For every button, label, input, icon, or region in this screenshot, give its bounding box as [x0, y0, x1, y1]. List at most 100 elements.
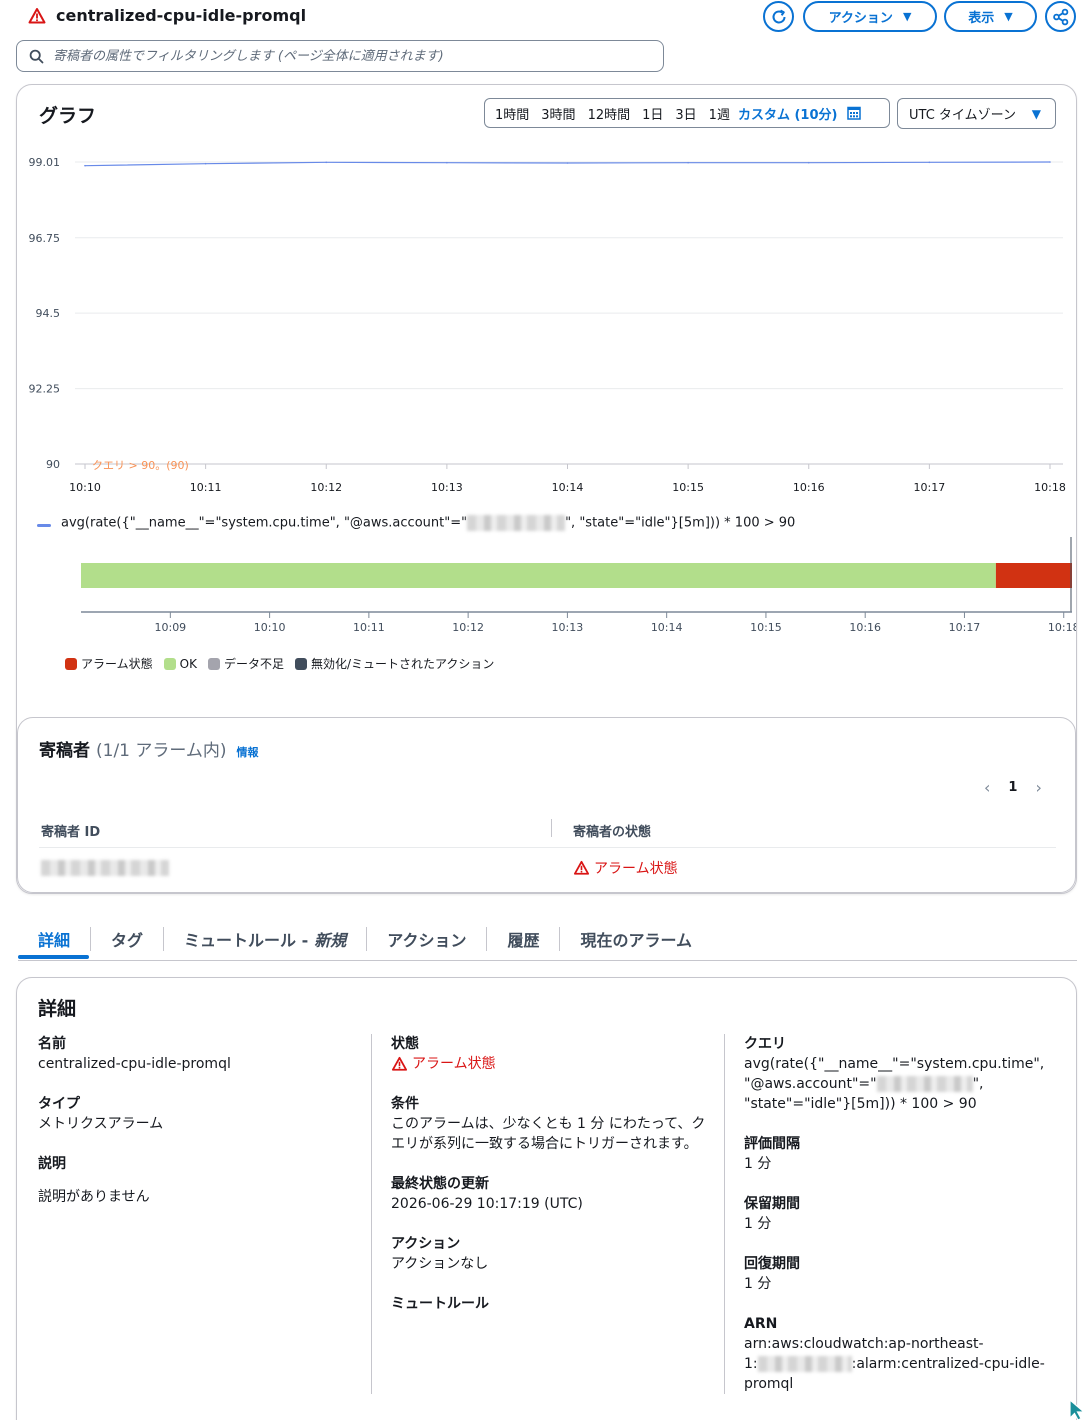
tab-current-alarms[interactable]: 現在のアラーム — [559, 927, 712, 951]
timeline-tick-label: 10:10 — [254, 621, 286, 634]
contributors-title: 寄稿者 (1/1 アラーム内) 情報 — [39, 736, 259, 761]
field-type: タイプ メトリクスアラーム — [38, 1094, 163, 1134]
legend-ok: OK — [163, 657, 197, 671]
contributors-panel: 寄稿者 (1/1 アラーム内) 情報 ‹ 1 › 寄稿者 ID 寄稿者の状態 ア… — [17, 717, 1076, 893]
alarm-title: centralized-cpu-idle-promql — [28, 6, 306, 25]
field-state: 状態 アラーム状態 — [391, 1034, 496, 1074]
field-actions: アクション アクションなし — [391, 1234, 488, 1274]
x-tick-label: 10:13 — [431, 481, 463, 494]
tab-label: ミュートルール - — [184, 931, 309, 950]
field-label: 条件 — [391, 1096, 419, 1112]
actions-label: アクション — [828, 11, 893, 26]
timeline-tick-label: 10:12 — [452, 621, 484, 634]
tab-details[interactable]: 詳細 — [18, 927, 90, 951]
legend-label: 無効化/ミュートされたアクション — [310, 657, 495, 671]
state-label: アラーム状態 — [412, 1056, 496, 1072]
graph-panel: グラフ 1時間 3時間 12時間 1日 3日 1週 カスタム (10分) UTC… — [16, 84, 1077, 894]
field-value: アクションなし — [391, 1256, 489, 1272]
field-query: クエリ avg(rate({"__name__"="system.cpu.tim… — [744, 1034, 1054, 1114]
view-label: 表示 — [968, 11, 995, 26]
y-tick-label: 99.01 — [29, 156, 61, 169]
tab-mute-rules[interactable]: ミュートルール - 新規 — [163, 927, 366, 951]
field-label: 状態 — [391, 1036, 419, 1052]
legend-swatch-ok — [163, 657, 176, 670]
timeline-tick-label: 10:14 — [651, 621, 683, 634]
page-number[interactable]: 1 — [1008, 780, 1017, 795]
field-value: エリが系列に一致する場合にトリガーされます。 — [391, 1136, 698, 1152]
contributor-state-label: アラーム状態 — [594, 861, 678, 877]
field-condition: 条件 このアラームは、少なくとも 1 分 にわたって、ク エリが系列に一致する場… — [391, 1094, 711, 1154]
warning-icon — [573, 860, 590, 875]
new-badge: 新規 — [314, 931, 347, 950]
series-point — [204, 162, 207, 165]
y-tick-label: 96.75 — [29, 232, 61, 245]
search-icon — [29, 49, 44, 63]
series-point — [566, 162, 569, 164]
x-tick-label: 10:10 — [69, 481, 101, 494]
column-header-state[interactable]: 寄稿者の状態 — [573, 821, 651, 840]
field-evaluation-interval: 評価間隔 1 分 — [744, 1134, 800, 1174]
tab-actions[interactable]: アクション — [366, 927, 486, 951]
view-dropdown-button[interactable]: 表示 ▼ — [944, 1, 1037, 32]
column-divider — [724, 1034, 725, 1394]
tab-tags[interactable]: タグ — [90, 927, 163, 951]
pagination: ‹ 1 › — [984, 778, 1042, 797]
series-legend[interactable]: avg(rate({"__name__"="system.cpu.time", … — [37, 515, 795, 531]
details-panel: 詳細 名前 centralized-cpu-idle-promql タイプ メト… — [16, 977, 1077, 1420]
legend-muted: 無効化/ミュートされたアクション — [294, 655, 495, 672]
tab-label: アクション — [387, 931, 467, 950]
warning-icon — [28, 7, 46, 23]
series-point — [325, 161, 328, 164]
y-tick-label: 90 — [46, 458, 60, 471]
detail-tabs: 詳細 タグ ミュートルール - 新規 アクション 履歴 現在のアラーム — [18, 918, 1077, 961]
series-legend-text: avg(rate({"__name__"="system.cpu.time", … — [61, 515, 795, 531]
field-label: 名前 — [38, 1036, 66, 1052]
actions-dropdown-button[interactable]: アクション ▼ — [803, 1, 937, 32]
field-last-update: 最終状態の更新 2026-06-29 10:17:19 (UTC) — [391, 1174, 583, 1214]
field-value: 1::alarm:centralized-cpu-idle- — [744, 1354, 1054, 1374]
field-value: このアラームは、少なくとも 1 分 にわたって、ク — [391, 1116, 706, 1132]
timeline-tick-label: 10:17 — [949, 621, 981, 634]
caret-down-icon: ▼ — [902, 10, 912, 23]
legend-label: データ不足 — [223, 657, 284, 671]
share-icon — [1052, 8, 1068, 25]
series-swatch — [37, 523, 51, 527]
tab-history[interactable]: 履歴 — [486, 927, 559, 951]
x-tick-label: 10:16 — [793, 481, 825, 494]
chevron-left-icon[interactable]: ‹ — [984, 778, 990, 797]
field-label: 最終状態の更新 — [391, 1176, 489, 1192]
legend-swatch-muted — [294, 657, 307, 670]
column-divider — [551, 819, 552, 837]
column-header-id[interactable]: 寄稿者 ID — [41, 821, 100, 840]
contributors-heading: 寄稿者 — [39, 741, 90, 761]
filter-input[interactable] — [53, 48, 653, 64]
field-value: アラーム状態 — [391, 1054, 496, 1074]
series-query-prefix: avg(rate({"__name__"="system.cpu.time", … — [61, 515, 468, 531]
details-title: 詳細 — [38, 998, 77, 1020]
field-pending-period: 保留期間 1 分 — [744, 1194, 800, 1234]
refresh-icon — [772, 9, 785, 23]
field-label: タイプ — [38, 1096, 80, 1112]
info-link[interactable]: 情報 — [237, 744, 259, 760]
redacted-account-id — [757, 1356, 852, 1372]
field-value: "@aws.account"=" ", — [744, 1074, 1054, 1094]
refresh-button[interactable] — [763, 1, 794, 32]
x-tick-label: 10:18 — [1034, 481, 1066, 494]
field-value: promql — [744, 1376, 794, 1392]
query-part: "@aws.account"=" — [744, 1076, 877, 1092]
field-label: 説明 — [38, 1156, 66, 1172]
page-header: centralized-cpu-idle-promql アクション ▼ 表示 ▼ — [0, 0, 1088, 36]
field-mute-rules: ミュートルール — [391, 1294, 489, 1314]
tab-label: 履歴 — [507, 931, 540, 950]
contributor-filter[interactable] — [16, 40, 664, 72]
field-label: ARN — [744, 1316, 778, 1332]
chevron-right-icon[interactable]: › — [1035, 778, 1041, 797]
field-label: ミュートルール — [391, 1296, 489, 1312]
share-button[interactable] — [1045, 1, 1076, 32]
x-tick-label: 10:15 — [672, 481, 704, 494]
field-value: 2026-06-29 10:17:19 (UTC) — [391, 1196, 583, 1212]
warning-icon — [391, 1056, 408, 1071]
tab-label: 詳細 — [38, 931, 71, 950]
series-query-suffix: ", "state"="idle"}[5m])) * 100 > 90 — [565, 515, 796, 531]
series-point — [687, 161, 689, 164]
